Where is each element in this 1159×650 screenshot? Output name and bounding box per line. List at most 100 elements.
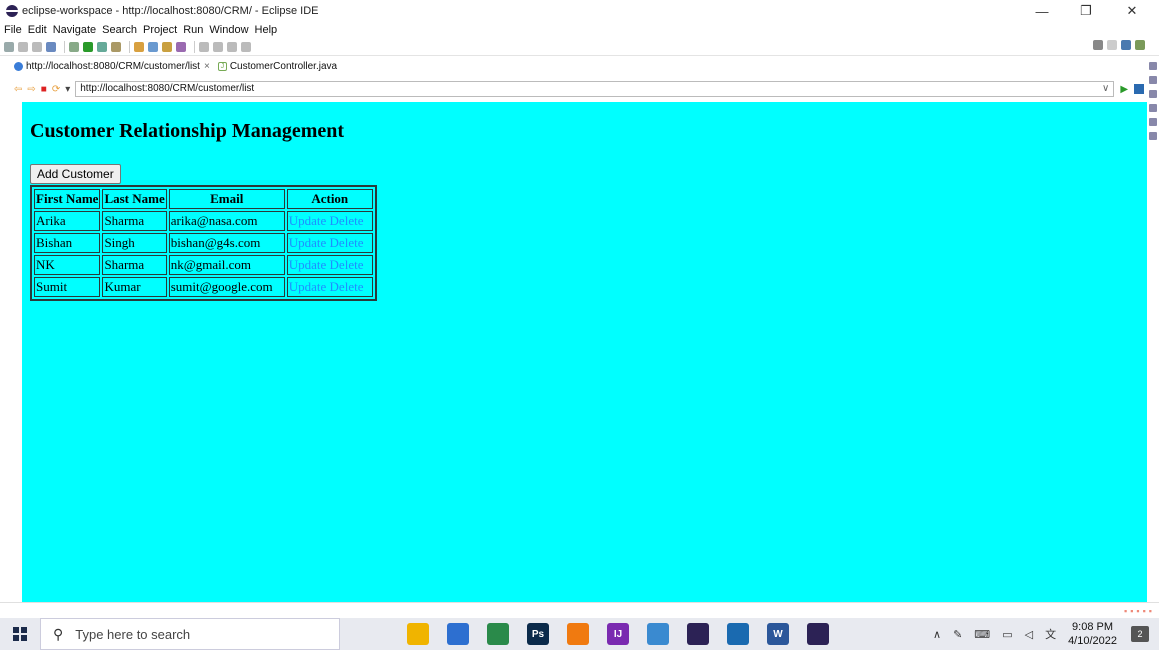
delete-link[interactable]: Delete — [330, 279, 364, 294]
java-perspective-icon[interactable] — [1135, 40, 1145, 50]
notifications-icon[interactable]: 2 — [1131, 626, 1149, 642]
intellij-icon[interactable]: IJ — [607, 623, 629, 645]
pin-editor-icon[interactable] — [241, 41, 251, 52]
delete-link[interactable]: Delete — [330, 257, 364, 272]
refresh-icon[interactable]: ⟳ — [52, 84, 60, 95]
menu-help[interactable]: Help — [255, 24, 278, 36]
add-customer-button[interactable]: Add Customer — [30, 164, 121, 184]
task-list-icon[interactable] — [1149, 76, 1157, 84]
update-link[interactable]: Update — [289, 257, 327, 272]
menu-project[interactable]: Project — [143, 24, 177, 36]
chrome-icon[interactable] — [487, 623, 509, 645]
save-all-icon[interactable] — [32, 41, 42, 52]
new-java-project-icon[interactable] — [134, 41, 144, 52]
console-icon[interactable] — [1149, 118, 1157, 126]
cell-last-name: Kumar — [102, 277, 167, 297]
taskbar-search-input[interactable]: ⚲ Type here to search — [40, 618, 340, 650]
search-tool-icon[interactable] — [176, 41, 186, 52]
photoshop-icon[interactable]: Ps — [527, 623, 549, 645]
delete-link[interactable]: Delete — [330, 235, 364, 250]
git-icon[interactable] — [647, 623, 669, 645]
volume-icon[interactable]: ◁ — [1025, 628, 1033, 641]
window-titlebar: eclipse-workspace - http://localhost:808… — [0, 0, 1159, 22]
update-link[interactable]: Update — [289, 213, 327, 228]
system-tray: ∧ ✎ ⌨ ▭ ◁ 文 9:08 PM 4/10/2022 2 — [933, 618, 1159, 650]
open-external-browser-icon[interactable] — [1134, 84, 1145, 94]
forward-icon[interactable]: ⇨ — [27, 84, 35, 95]
menu-file[interactable]: File — [4, 24, 22, 36]
column-header-last-name: Last Name — [102, 189, 167, 209]
visual-studio-code-icon[interactable] — [727, 623, 749, 645]
show-hidden-icons-icon[interactable]: ∧ — [933, 628, 941, 641]
menu-window[interactable]: Window — [209, 24, 248, 36]
main-toolbar — [0, 38, 1159, 56]
save-icon[interactable] — [18, 41, 28, 52]
url-history-dropdown-icon[interactable]: ▾ — [65, 84, 70, 95]
vlc-icon[interactable] — [567, 623, 589, 645]
file-explorer-icon[interactable] — [407, 623, 429, 645]
eclipse-icon[interactable] — [687, 623, 709, 645]
start-button[interactable] — [0, 618, 40, 650]
minimize-button[interactable]: — — [1022, 0, 1062, 22]
servers-icon[interactable] — [1149, 104, 1157, 112]
status-trim-icons[interactable]: ▪▪▪▪▪ — [1124, 606, 1155, 616]
terminal-icon[interactable] — [46, 41, 56, 52]
cell-first-name: Bishan — [34, 233, 101, 253]
open-perspective-icon[interactable] — [1107, 40, 1117, 50]
pen-icon[interactable]: ✎ — [953, 628, 962, 641]
problems-icon[interactable] — [1149, 90, 1157, 98]
menu-run[interactable]: Run — [183, 24, 203, 36]
cell-action: Update Delete — [286, 211, 373, 231]
menu-search[interactable]: Search — [102, 24, 137, 36]
search-icon: ⚲ — [53, 625, 64, 642]
menu-edit[interactable]: Edit — [28, 24, 47, 36]
eclipse-active-icon[interactable] — [807, 623, 829, 645]
annotation-icon[interactable] — [199, 41, 209, 52]
status-bar: ▪▪▪▪▪ — [0, 602, 1159, 618]
battery-icon[interactable]: ▭ — [1002, 628, 1012, 641]
table-row: Bishan Singh bishan@g4s.com Update Delet… — [34, 233, 373, 253]
go-icon[interactable]: ▶ — [1120, 84, 1128, 95]
search-placeholder: Type here to search — [75, 626, 191, 642]
delete-link[interactable]: Delete — [330, 213, 364, 228]
clock[interactable]: 9:08 PM 4/10/2022 — [1068, 620, 1117, 648]
update-link[interactable]: Update — [289, 235, 327, 250]
table-header-row: First Name Last Name Email Action — [34, 189, 373, 209]
cell-action: Update Delete — [286, 233, 373, 253]
debug-icon[interactable] — [69, 41, 79, 52]
url-dropdown-icon[interactable]: ∨ — [1102, 82, 1109, 96]
url-input[interactable]: http://localhost:8080/CRM/customer/list … — [75, 81, 1115, 97]
touch-keyboard-icon[interactable]: ⌨ — [974, 628, 990, 641]
store-icon[interactable] — [447, 623, 469, 645]
stop-icon[interactable]: ■ — [41, 84, 47, 95]
search-icon[interactable] — [1093, 40, 1103, 50]
back-icon[interactable] — [213, 41, 223, 52]
column-header-first-name: First Name — [34, 189, 101, 209]
close-tab-icon[interactable]: × — [204, 61, 210, 72]
coverage-icon[interactable] — [97, 41, 107, 52]
word-icon[interactable]: W — [767, 623, 789, 645]
table-row: Sumit Kumar sumit@google.com Update Dele… — [34, 277, 373, 297]
page-title: Customer Relationship Management — [30, 120, 345, 142]
tab-browser[interactable]: http://localhost:8080/CRM/customer/list … — [14, 61, 210, 72]
forward-icon[interactable] — [227, 41, 237, 52]
new-class-icon[interactable] — [148, 41, 158, 52]
windows-taskbar: ⚲ Type here to search Ps IJ W ∧ ✎ ⌨ ▭ ◁ 文 … — [0, 618, 1159, 650]
run-icon[interactable] — [83, 41, 93, 52]
menu-navigate[interactable]: Navigate — [53, 24, 96, 36]
right-trim — [1147, 56, 1159, 601]
close-button[interactable]: ✕ — [1112, 0, 1152, 22]
tab-customer-controller[interactable]: J CustomerController.java — [217, 61, 337, 72]
java-ee-perspective-icon[interactable] — [1121, 40, 1131, 50]
open-type-icon[interactable] — [162, 41, 172, 52]
language-icon[interactable]: 文 — [1045, 626, 1056, 642]
external-tools-icon[interactable] — [111, 41, 121, 52]
back-icon[interactable]: ⇦ — [14, 84, 22, 95]
maximize-button[interactable]: ❐ — [1066, 0, 1106, 22]
outline-icon[interactable] — [1149, 62, 1157, 70]
new-icon[interactable] — [4, 41, 14, 52]
update-link[interactable]: Update — [289, 279, 327, 294]
toolbar-separator — [129, 40, 130, 53]
data-source-icon[interactable] — [1149, 132, 1157, 140]
browser-viewport: Customer Relationship Management Add Cus… — [22, 102, 1147, 602]
